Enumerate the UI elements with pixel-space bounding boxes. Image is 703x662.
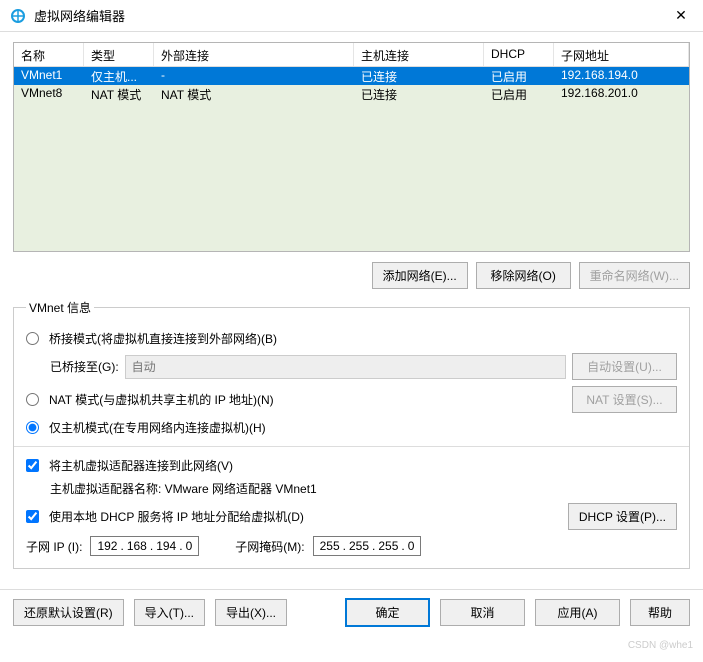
- window-title: 虚拟网络编辑器: [34, 6, 669, 25]
- table-body: VMnet1仅主机...-已连接已启用192.168.194.0VMnet8NA…: [14, 67, 689, 103]
- bridge-label: 桥接模式(将虚拟机直接连接到外部网络)(B): [49, 330, 277, 347]
- col-name[interactable]: 名称: [14, 43, 84, 66]
- ip-octet[interactable]: 255: [318, 539, 342, 553]
- footer: 还原默认设置(R) 导入(T)... 导出(X)... 确定 取消 应用(A) …: [0, 589, 703, 635]
- connect-adapter-check[interactable]: [26, 459, 39, 472]
- subnet-row: 子网 IP (I): 192. 168. 194. 0 子网掩码(M): 255…: [26, 536, 677, 556]
- vmnet-info-legend: VMnet 信息: [26, 299, 94, 316]
- close-icon[interactable]: ✕: [669, 7, 693, 24]
- import-button[interactable]: 导入(T)...: [134, 599, 205, 626]
- table-row[interactable]: VMnet1仅主机...-已连接已启用192.168.194.0: [14, 67, 689, 85]
- subnet-ip-label: 子网 IP (I):: [26, 538, 82, 555]
- table-cell: 192.168.201.0: [554, 85, 689, 103]
- nat-label: NAT 模式(与虚拟机共享主机的 IP 地址)(N): [49, 391, 274, 408]
- table-cell: 已启用: [484, 85, 554, 103]
- table-cell: 已连接: [354, 85, 484, 103]
- table-cell: NAT 模式: [154, 85, 354, 103]
- ip-octet[interactable]: 194: [154, 539, 178, 553]
- table-cell: 仅主机...: [84, 67, 154, 85]
- vmnet-info-group: VMnet 信息 桥接模式(将虚拟机直接连接到外部网络)(B) 已桥接至(G):…: [13, 299, 690, 569]
- network-table: 名称 类型 外部连接 主机连接 DHCP 子网地址 VMnet1仅主机...-已…: [13, 42, 690, 252]
- net-button-row: 添加网络(E)... 移除网络(O) 重命名网络(W)...: [13, 262, 690, 289]
- table-cell: 已连接: [354, 67, 484, 85]
- apply-button[interactable]: 应用(A): [535, 599, 620, 626]
- restore-defaults-button[interactable]: 还原默认设置(R): [13, 599, 124, 626]
- ip-octet[interactable]: 192: [95, 539, 119, 553]
- table-cell: NAT 模式: [84, 85, 154, 103]
- bridge-to-row: 已桥接至(G): 自动 自动设置(U)...: [50, 353, 677, 380]
- col-host[interactable]: 主机连接: [354, 43, 484, 66]
- host-radio[interactable]: [26, 421, 39, 434]
- add-network-button[interactable]: 添加网络(E)...: [372, 262, 468, 289]
- table-cell: 已启用: [484, 67, 554, 85]
- ok-button[interactable]: 确定: [345, 598, 430, 627]
- bridge-radio[interactable]: [26, 332, 39, 345]
- connect-adapter-label: 将主机虚拟适配器连接到此网络(V): [49, 457, 233, 474]
- dhcp-row: 使用本地 DHCP 服务将 IP 地址分配给虚拟机(D) DHCP 设置(P).…: [26, 503, 677, 530]
- dhcp-label: 使用本地 DHCP 服务将 IP 地址分配给虚拟机(D): [49, 508, 304, 525]
- table-cell: 192.168.194.0: [554, 67, 689, 85]
- rename-network-button: 重命名网络(W)...: [579, 262, 690, 289]
- ip-octet[interactable]: 255: [376, 539, 400, 553]
- col-subnet[interactable]: 子网地址: [554, 43, 689, 66]
- subnet-mask-input[interactable]: 255. 255. 255. 0: [313, 536, 422, 556]
- connect-adapter-row: 将主机虚拟适配器连接到此网络(V): [26, 457, 677, 474]
- nat-settings-button: NAT 设置(S)...: [572, 386, 677, 413]
- table-cell: VMnet8: [14, 85, 84, 103]
- col-type[interactable]: 类型: [84, 43, 154, 66]
- content: 名称 类型 外部连接 主机连接 DHCP 子网地址 VMnet1仅主机...-已…: [0, 32, 703, 589]
- table-row[interactable]: VMnet8NAT 模式NAT 模式已连接已启用192.168.201.0: [14, 85, 689, 103]
- adapter-name-label: 主机虚拟适配器名称: VMware 网络适配器 VMnet1: [50, 480, 317, 497]
- nat-mode-row: NAT 模式(与虚拟机共享主机的 IP 地址)(N) NAT 设置(S)...: [26, 386, 677, 413]
- bridge-select: 自动: [125, 355, 566, 379]
- subnet-mask-label: 子网掩码(M):: [235, 538, 304, 555]
- remove-network-button[interactable]: 移除网络(O): [476, 262, 571, 289]
- adapter-name-row: 主机虚拟适配器名称: VMware 网络适配器 VMnet1: [50, 480, 677, 497]
- col-dhcp[interactable]: DHCP: [484, 43, 554, 66]
- divider: [14, 446, 689, 447]
- ip-octet[interactable]: 255: [347, 539, 371, 553]
- help-button[interactable]: 帮助: [630, 599, 690, 626]
- ip-octet[interactable]: 0: [184, 539, 195, 553]
- bridge-to-label: 已桥接至(G):: [50, 358, 119, 375]
- host-label: 仅主机模式(在专用网络内连接虚拟机)(H): [49, 419, 266, 436]
- col-ext[interactable]: 外部连接: [154, 43, 354, 66]
- table-cell: VMnet1: [14, 67, 84, 85]
- subnet-ip-input[interactable]: 192. 168. 194. 0: [90, 536, 199, 556]
- table-header: 名称 类型 外部连接 主机连接 DHCP 子网地址: [14, 43, 689, 67]
- watermark: CSDN @whe1: [628, 640, 693, 651]
- bridge-mode-row: 桥接模式(将虚拟机直接连接到外部网络)(B): [26, 330, 677, 347]
- host-mode-row: 仅主机模式(在专用网络内连接虚拟机)(H): [26, 419, 677, 436]
- dhcp-settings-button[interactable]: DHCP 设置(P)...: [568, 503, 677, 530]
- ip-octet[interactable]: 168: [125, 539, 149, 553]
- auto-settings-button: 自动设置(U)...: [572, 353, 677, 380]
- dhcp-check[interactable]: [26, 510, 39, 523]
- export-button[interactable]: 导出(X)...: [215, 599, 287, 626]
- table-cell: -: [154, 67, 354, 85]
- ip-octet[interactable]: 0: [406, 539, 417, 553]
- app-icon: [10, 8, 26, 24]
- nat-radio[interactable]: [26, 393, 39, 406]
- cancel-button[interactable]: 取消: [440, 599, 525, 626]
- titlebar: 虚拟网络编辑器 ✕: [0, 0, 703, 32]
